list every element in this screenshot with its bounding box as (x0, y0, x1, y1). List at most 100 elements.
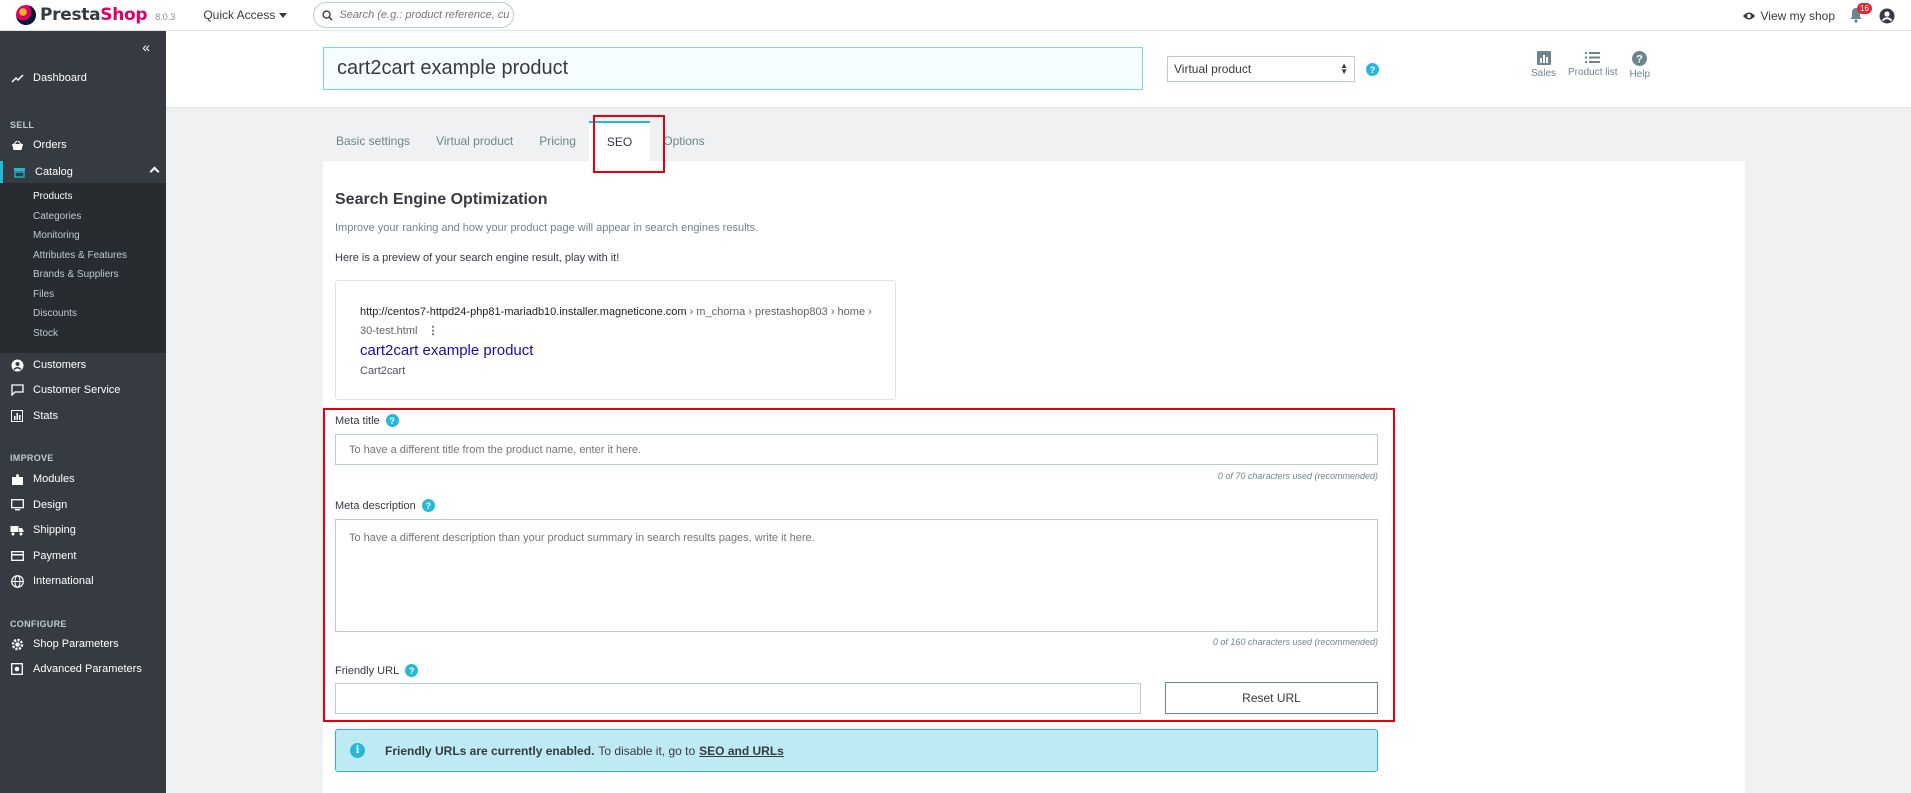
sidebar-item-catalog[interactable]: Catalog (0, 161, 166, 183)
bar-chart-icon (10, 409, 24, 423)
product-list-label: Product list (1568, 67, 1618, 78)
truck-icon (10, 523, 24, 537)
seo-tab-highlight-box (593, 115, 665, 173)
sidebar-item-label: International (33, 575, 94, 587)
sidebar-item-label: Catalog (35, 166, 73, 178)
chat-icon (10, 383, 24, 397)
question-circle-icon: ? (1632, 51, 1648, 66)
sidebar-item-international[interactable]: International (0, 571, 166, 591)
preview-lead-text: Here is a preview of your search engine … (335, 252, 620, 264)
caret-down-icon (279, 12, 288, 18)
sidebar-item-label: Shop Parameters (33, 638, 119, 650)
sidebar-subitem-files[interactable]: Files (33, 289, 54, 300)
sidebar-subitem-stock[interactable]: Stock (33, 328, 58, 339)
help-button[interactable]: ? Help (1629, 51, 1650, 80)
puzzle-icon (10, 472, 24, 486)
tab-virtual-product[interactable]: Virtual product (423, 121, 526, 161)
sidebar-subitem-categories[interactable]: Categories (33, 211, 81, 222)
collapse-sidebar-icon[interactable]: « (142, 39, 150, 55)
seo-and-urls-link[interactable]: SEO and URLs (699, 744, 784, 758)
sidebar-item-label: Dashboard (33, 72, 87, 84)
sidebar-subitem-discounts[interactable]: Discounts (33, 308, 77, 319)
sidebar-item-label: Customers (33, 359, 87, 371)
quick-access-dropdown[interactable]: Quick Access (203, 8, 288, 22)
sidebar-item-label: Customer Service (33, 384, 121, 396)
sidebar-item-customer-service[interactable]: Customer Service (0, 380, 166, 400)
sidebar-subitem-products[interactable]: Products (33, 191, 72, 202)
sidebar-item-dashboard[interactable]: Dashboard (0, 68, 166, 88)
info-icon: i (350, 743, 365, 758)
seo-section-title: Search Engine Optimization (335, 191, 548, 208)
tab-basic-settings[interactable]: Basic settings (323, 121, 423, 161)
seo-section-description: Improve your ranking and how your produc… (335, 222, 759, 234)
user-account-icon[interactable] (1879, 8, 1895, 24)
sidebar-item-label: Advanced Parameters (33, 663, 142, 675)
sidebar-item-payment[interactable]: Payment (0, 546, 166, 566)
select-arrows-icon: ▲ ▼ (1340, 61, 1348, 76)
sidebar-item-label: Shipping (33, 524, 76, 536)
help-label: Help (1629, 69, 1651, 80)
credit-card-icon (10, 549, 24, 563)
svg-text:?: ? (1636, 54, 1643, 66)
preview-description: Cart2cart (360, 365, 406, 377)
preview-url: http://centos7-httpd24-php81-mariadb10.i… (360, 303, 880, 341)
trending-up-icon (10, 71, 24, 85)
catalog-submenu: Catalog Products Categories Monitoring A… (0, 161, 166, 353)
section-configure: CONFIGURE (10, 619, 67, 629)
friendly-url-info-alert: i Friendly URLs are currently enabled. T… (335, 729, 1378, 772)
sidebar-item-label: Modules (33, 473, 75, 485)
sidebar-subitem-monitoring[interactable]: Monitoring (33, 230, 80, 241)
seo-fields-highlight-box (323, 408, 1395, 722)
section-improve: IMPROVE (10, 453, 54, 463)
sidebar-item-label: Design (33, 499, 68, 511)
logo-text: PrestaShop (40, 5, 148, 25)
bar-chart-icon (1536, 51, 1551, 65)
sidebar-item-label: Stats (33, 410, 59, 422)
shopping-basket-icon (10, 138, 24, 152)
preview-title: cart2cart example product (360, 342, 534, 359)
sidebar-item-customers[interactable]: Customers (0, 355, 166, 375)
top-header: PrestaShop 8.0.3 Quick Access View my sh… (0, 0, 1911, 31)
account-circle-icon (10, 358, 24, 372)
store-icon (13, 167, 26, 178)
sidebar-item-stats[interactable]: Stats (0, 406, 166, 426)
quick-access-label: Quick Access (203, 8, 276, 22)
preview-url-domain: http://centos7-httpd24-php81-mariadb10.i… (360, 306, 687, 318)
product-list-button[interactable]: Product list (1568, 51, 1617, 80)
sidebar-subitem-brands[interactable]: Brands & Suppliers (33, 269, 119, 280)
settings-box-icon (10, 662, 24, 676)
search-result-preview: http://centos7-httpd24-php81-mariadb10.i… (335, 280, 896, 400)
tab-pricing[interactable]: Pricing (526, 121, 589, 161)
more-vert-icon: ⋮ (427, 325, 439, 337)
alert-bold-text: Friendly URLs are currently enabled. (385, 743, 595, 758)
search-icon[interactable] (322, 9, 333, 21)
view-my-shop-link[interactable]: View my shop (1742, 9, 1835, 23)
list-icon (1585, 52, 1601, 63)
alert-text: To disable it, go to (598, 743, 696, 758)
sidebar-item-shipping[interactable]: Shipping (0, 520, 166, 540)
search-input[interactable] (339, 9, 510, 21)
sidebar-item-modules[interactable]: Modules (0, 469, 166, 489)
help-icon[interactable]: ? (1366, 63, 1379, 76)
header-search (313, 2, 515, 28)
sidebar-item-advanced-parameters[interactable]: Advanced Parameters (0, 659, 166, 679)
gear-icon (10, 637, 24, 651)
sales-button[interactable]: Sales (1531, 51, 1556, 80)
notification-count-badge: 16 (1857, 2, 1872, 14)
product-type-select[interactable]: Virtual product ▲ ▼ (1167, 56, 1355, 82)
prestashop-logo[interactable]: PrestaShop 8.0.3 (16, 5, 175, 25)
sidebar-item-design[interactable]: Design (0, 495, 166, 515)
chevron-up-icon (149, 166, 160, 177)
sidebar-item-orders[interactable]: Orders (0, 135, 166, 155)
globe-icon (10, 574, 24, 588)
eye-icon (1742, 12, 1755, 19)
notifications-button[interactable]: 16 (1849, 2, 1872, 25)
product-header: Virtual product ▲▼ ? Sales Product list … (166, 31, 1911, 108)
view-my-shop-label: View my shop (1760, 8, 1835, 23)
product-name-input[interactable] (323, 47, 1143, 90)
puffin-logo-icon (16, 5, 36, 25)
sidebar-item-label: Orders (33, 139, 67, 151)
monitor-icon (10, 498, 24, 512)
sidebar-item-shop-parameters[interactable]: Shop Parameters (0, 634, 166, 654)
sidebar-subitem-attributes[interactable]: Attributes & Features (33, 250, 127, 261)
